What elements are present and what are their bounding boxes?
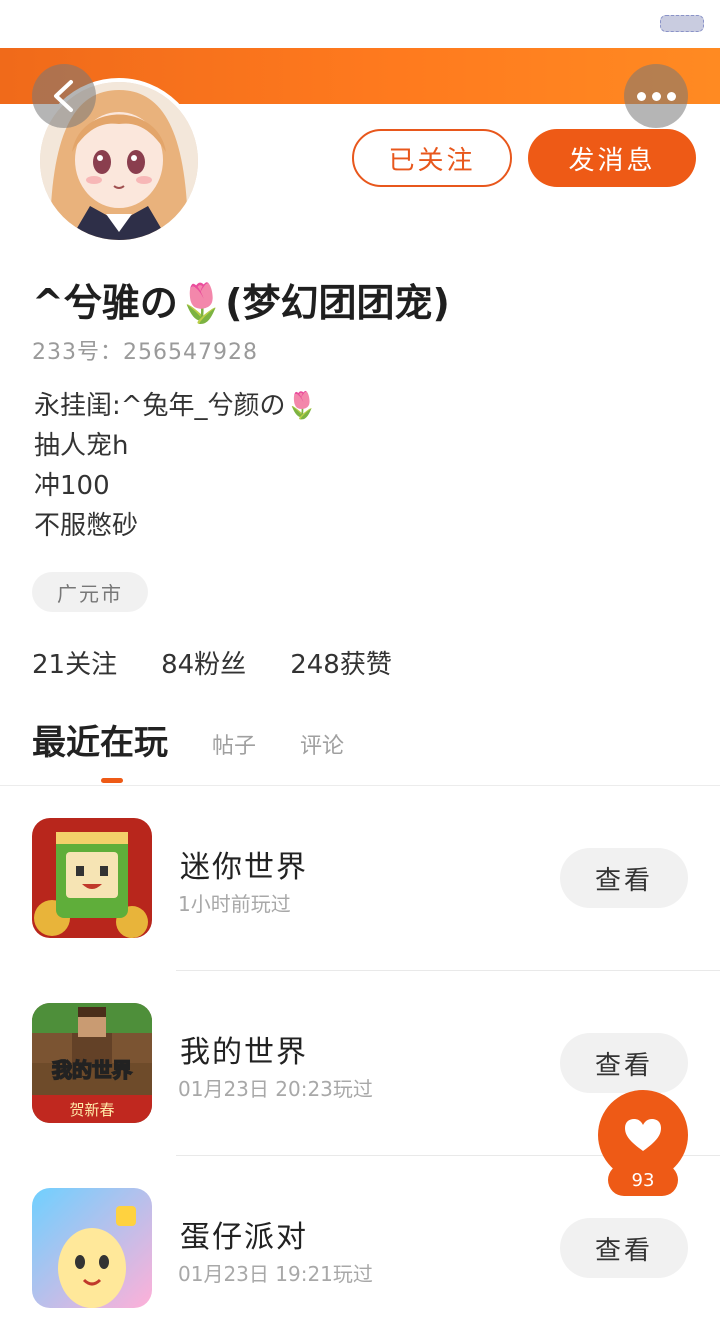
- game-name: 迷你世界: [180, 850, 308, 885]
- send-message-button[interactable]: 发消息: [528, 129, 696, 187]
- more-dot: [666, 91, 676, 101]
- more-dot: [651, 91, 661, 101]
- profile-nickname: ^兮骓の🌷(梦幻团团宠): [32, 281, 450, 325]
- view-button[interactable]: 查看: [560, 1218, 688, 1278]
- active-tab-indicator: [101, 778, 123, 783]
- bio-line: 冲100: [34, 471, 110, 501]
- status-bar: [0, 0, 720, 48]
- tab-recent-played[interactable]: 最近在玩: [32, 715, 168, 776]
- bio-line: 不服憋砂: [34, 511, 139, 541]
- heart-icon: [625, 1119, 661, 1151]
- game-played-time: 01月23日 19:21玩过: [178, 1262, 373, 1286]
- bio-line: 抽人宠h: [34, 431, 129, 461]
- tab-posts[interactable]: 帖子: [212, 728, 256, 776]
- game-played-time: 1小时前玩过: [178, 892, 291, 916]
- like-count-badge: 93: [608, 1164, 678, 1196]
- followed-button[interactable]: 已关注: [352, 129, 512, 187]
- view-button[interactable]: 查看: [560, 848, 688, 908]
- battery-icon: [660, 15, 704, 32]
- more-button[interactable]: [624, 64, 688, 128]
- minecraft-game-icon: 我的世界 贺新春: [32, 1003, 152, 1123]
- game-name: 我的世界: [180, 1035, 308, 1070]
- game-list: 迷你世界 1小时前玩过 查看 我的世界 贺新春 我的世界 01月23日 20:2…: [0, 786, 720, 1341]
- view-button[interactable]: 查看: [560, 1033, 688, 1093]
- minecraft-icon-banner: 贺新春: [69, 1101, 114, 1119]
- eggy-party-game-icon: [32, 1188, 152, 1308]
- eggy-party-icon-art: [32, 1188, 152, 1308]
- minecraft-icon-title: 我的世界: [52, 1058, 132, 1082]
- following-count[interactable]: 21关注: [32, 644, 117, 681]
- game-name: 蛋仔派对: [180, 1220, 308, 1255]
- mini-world-icon-art: [32, 818, 152, 938]
- location-tag: 广元市: [32, 572, 148, 612]
- back-arrow-icon: [54, 80, 73, 112]
- tab-comments[interactable]: 评论: [300, 728, 344, 776]
- bio-line: 永挂闺:^兔年_兮颜の🌷: [34, 391, 318, 421]
- list-item[interactable]: 迷你世界 1小时前玩过 查看: [0, 786, 720, 971]
- game-played-time: 01月23日 20:23玩过: [178, 1077, 373, 1101]
- profile-uid: 233号：256547928: [32, 340, 258, 365]
- likes-count: 248获赞: [290, 650, 392, 680]
- profile-tabs: 最近在玩 帖子 评论: [32, 716, 344, 776]
- mini-world-game-icon: [32, 818, 152, 938]
- fans-count[interactable]: 84粉丝: [161, 644, 246, 681]
- more-dots-icon: [636, 91, 646, 101]
- profile-bio: 永挂闺:^兔年_兮颜の🌷 抽人宠h 冲100 不服憋砂: [34, 386, 318, 546]
- back-button[interactable]: [32, 64, 96, 128]
- minecraft-icon-art: 我的世界 贺新春: [32, 1003, 152, 1123]
- profile-stats: 21关注 84粉丝 248获赞: [32, 644, 392, 681]
